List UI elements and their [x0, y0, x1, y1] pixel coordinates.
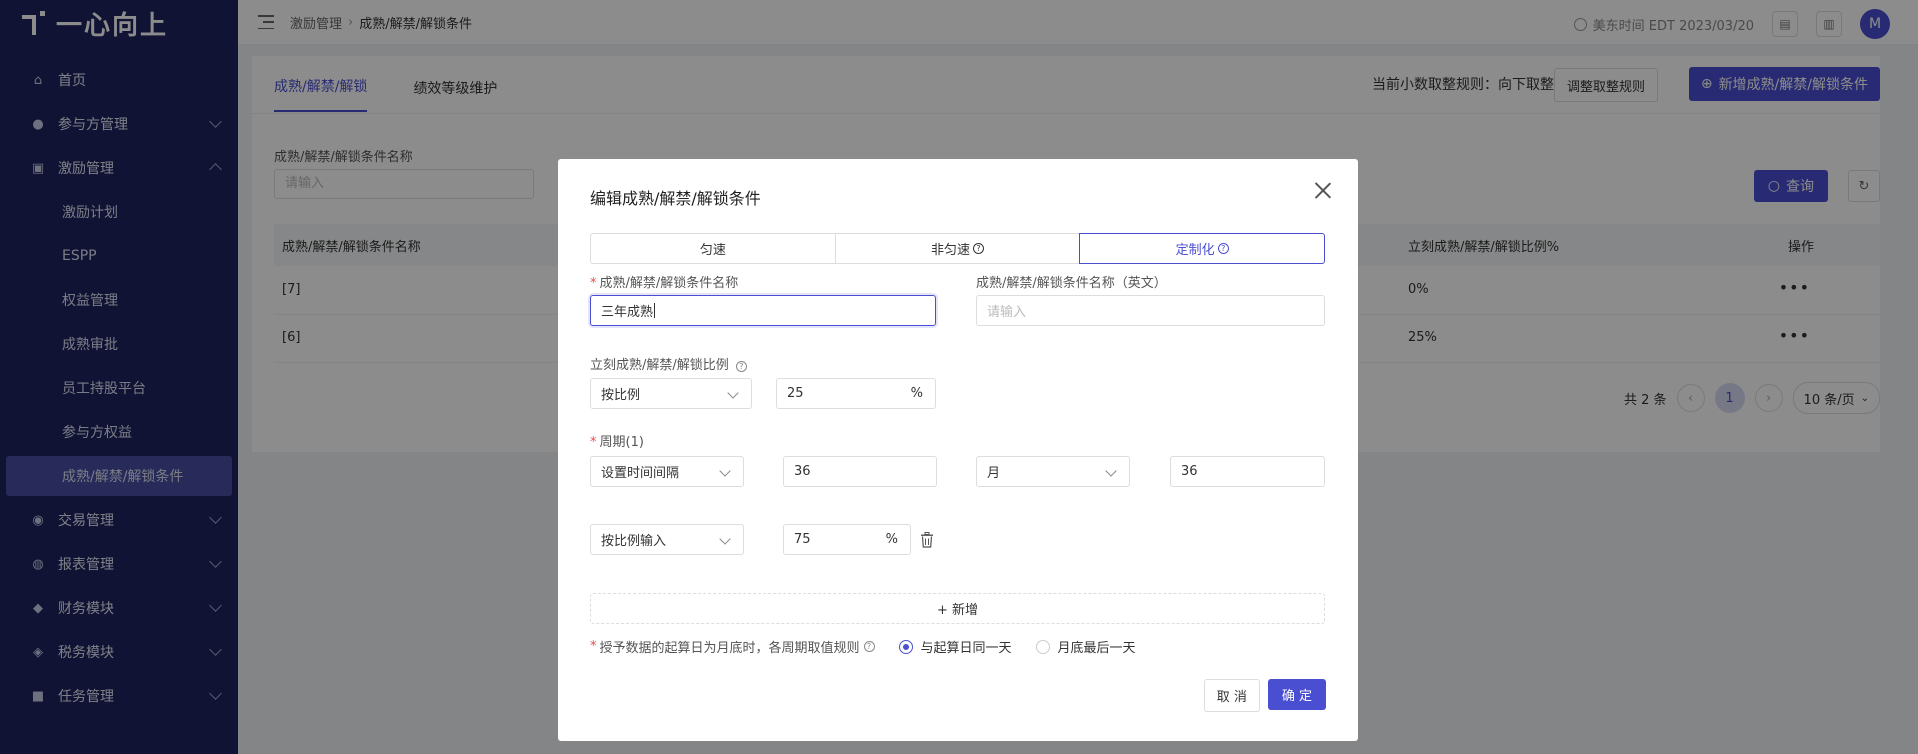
percent-suffix: %: [910, 386, 923, 401]
radio-month-end[interactable]: 月底最后一天: [1035, 637, 1136, 656]
name-label-text: 成熟/解禁/解锁条件名称: [599, 276, 739, 291]
ratio-mode-select[interactable]: 按比例输入: [590, 524, 744, 555]
ratio-value-input[interactable]: 75 %: [783, 524, 911, 555]
segment-custom[interactable]: 定制化 ?: [1079, 233, 1326, 264]
required-asterisk: *: [590, 276, 597, 291]
period-count-value: 36: [1181, 464, 1198, 479]
chevron-down-icon: [719, 533, 731, 545]
help-icon[interactable]: ?: [1217, 243, 1229, 254]
modal-title: 编辑成熟/解禁/解锁条件: [590, 189, 761, 208]
radio-unchecked-icon: [1035, 639, 1050, 654]
delete-icon[interactable]: [920, 532, 934, 548]
chevron-down-icon: [719, 465, 731, 477]
radio-label: 月底最后一天: [1057, 641, 1136, 656]
name-en-label: 成熟/解禁/解锁条件名称（英文）: [976, 276, 1167, 291]
radio-label: 与起算日同一天: [920, 641, 1012, 656]
immediate-mode-select[interactable]: 按比例: [590, 378, 752, 409]
close-icon[interactable]: [1314, 181, 1332, 199]
modal-footer: 取 消 确 定: [1203, 679, 1326, 712]
period-label-text: 周期(1): [599, 435, 644, 450]
segment-label: 匀速: [699, 243, 726, 258]
type-segmented-control: 匀速 非匀速 ? 定制化 ?: [590, 233, 1326, 264]
month-end-rule-label: 授予数据的起算日为月底时，各周期取值规则: [599, 641, 860, 656]
immediate-ratio-input[interactable]: 25 %: [776, 378, 936, 409]
ratio-value: 75: [794, 532, 811, 547]
immediate-ratio-label: 立刻成熟/解禁/解锁比例 ?: [590, 354, 747, 373]
radio-checked-icon: [898, 639, 913, 654]
name-label: * 成熟/解禁/解锁条件名称: [590, 272, 738, 291]
segment-label: 非匀速: [931, 243, 971, 258]
text-caret: [654, 303, 656, 318]
percent-suffix: %: [885, 532, 898, 547]
help-icon[interactable]: ?: [973, 243, 985, 254]
immediate-mode-value: 按比例: [601, 388, 641, 403]
help-icon[interactable]: ?: [863, 641, 875, 652]
period-unit-value: 月: [987, 466, 1001, 481]
cancel-button[interactable]: 取 消: [1203, 679, 1260, 712]
period-interval-value: 36: [794, 464, 811, 479]
month-end-rule: * 授予数据的起算日为月底时，各周期取值规则 ? 与起算日同一天 月底最后一天: [590, 637, 1136, 656]
confirm-button[interactable]: 确 定: [1267, 679, 1326, 710]
help-icon[interactable]: ?: [735, 361, 747, 372]
immediate-ratio-label-text: 立刻成熟/解禁/解锁比例: [590, 358, 729, 373]
chevron-down-icon: [1105, 465, 1117, 477]
segment-uniform[interactable]: 匀速: [590, 233, 836, 264]
chevron-down-icon: [727, 387, 739, 399]
edit-condition-modal: 编辑成熟/解禁/解锁条件 匀速 非匀速 ? 定制化 ? * 成熟/解禁/解锁条件名…: [558, 159, 1358, 741]
name-input-value: 三年成熟: [601, 305, 654, 320]
name-en-input[interactable]: 请输入: [976, 295, 1325, 326]
period-label: * 周期(1): [590, 431, 644, 450]
period-interval-input[interactable]: 36: [783, 456, 937, 487]
radio-same-day[interactable]: 与起算日同一天: [898, 637, 1012, 656]
period-mode-value: 设置时间间隔: [601, 466, 680, 481]
period-unit-select[interactable]: 月: [976, 456, 1130, 487]
required-asterisk: *: [590, 435, 597, 450]
add-period-button[interactable]: + 新增: [590, 593, 1325, 624]
name-en-placeholder: 请输入: [987, 305, 1027, 320]
segment-non-uniform[interactable]: 非匀速 ?: [834, 233, 1081, 264]
required-asterisk: *: [590, 639, 597, 654]
immediate-ratio-value: 25: [787, 386, 804, 401]
segment-label: 定制化: [1175, 243, 1215, 258]
period-mode-select[interactable]: 设置时间间隔: [590, 456, 744, 487]
ratio-mode-value: 按比例输入: [601, 534, 667, 549]
period-count-input[interactable]: 36: [1170, 456, 1325, 487]
name-input[interactable]: 三年成熟: [590, 295, 936, 326]
